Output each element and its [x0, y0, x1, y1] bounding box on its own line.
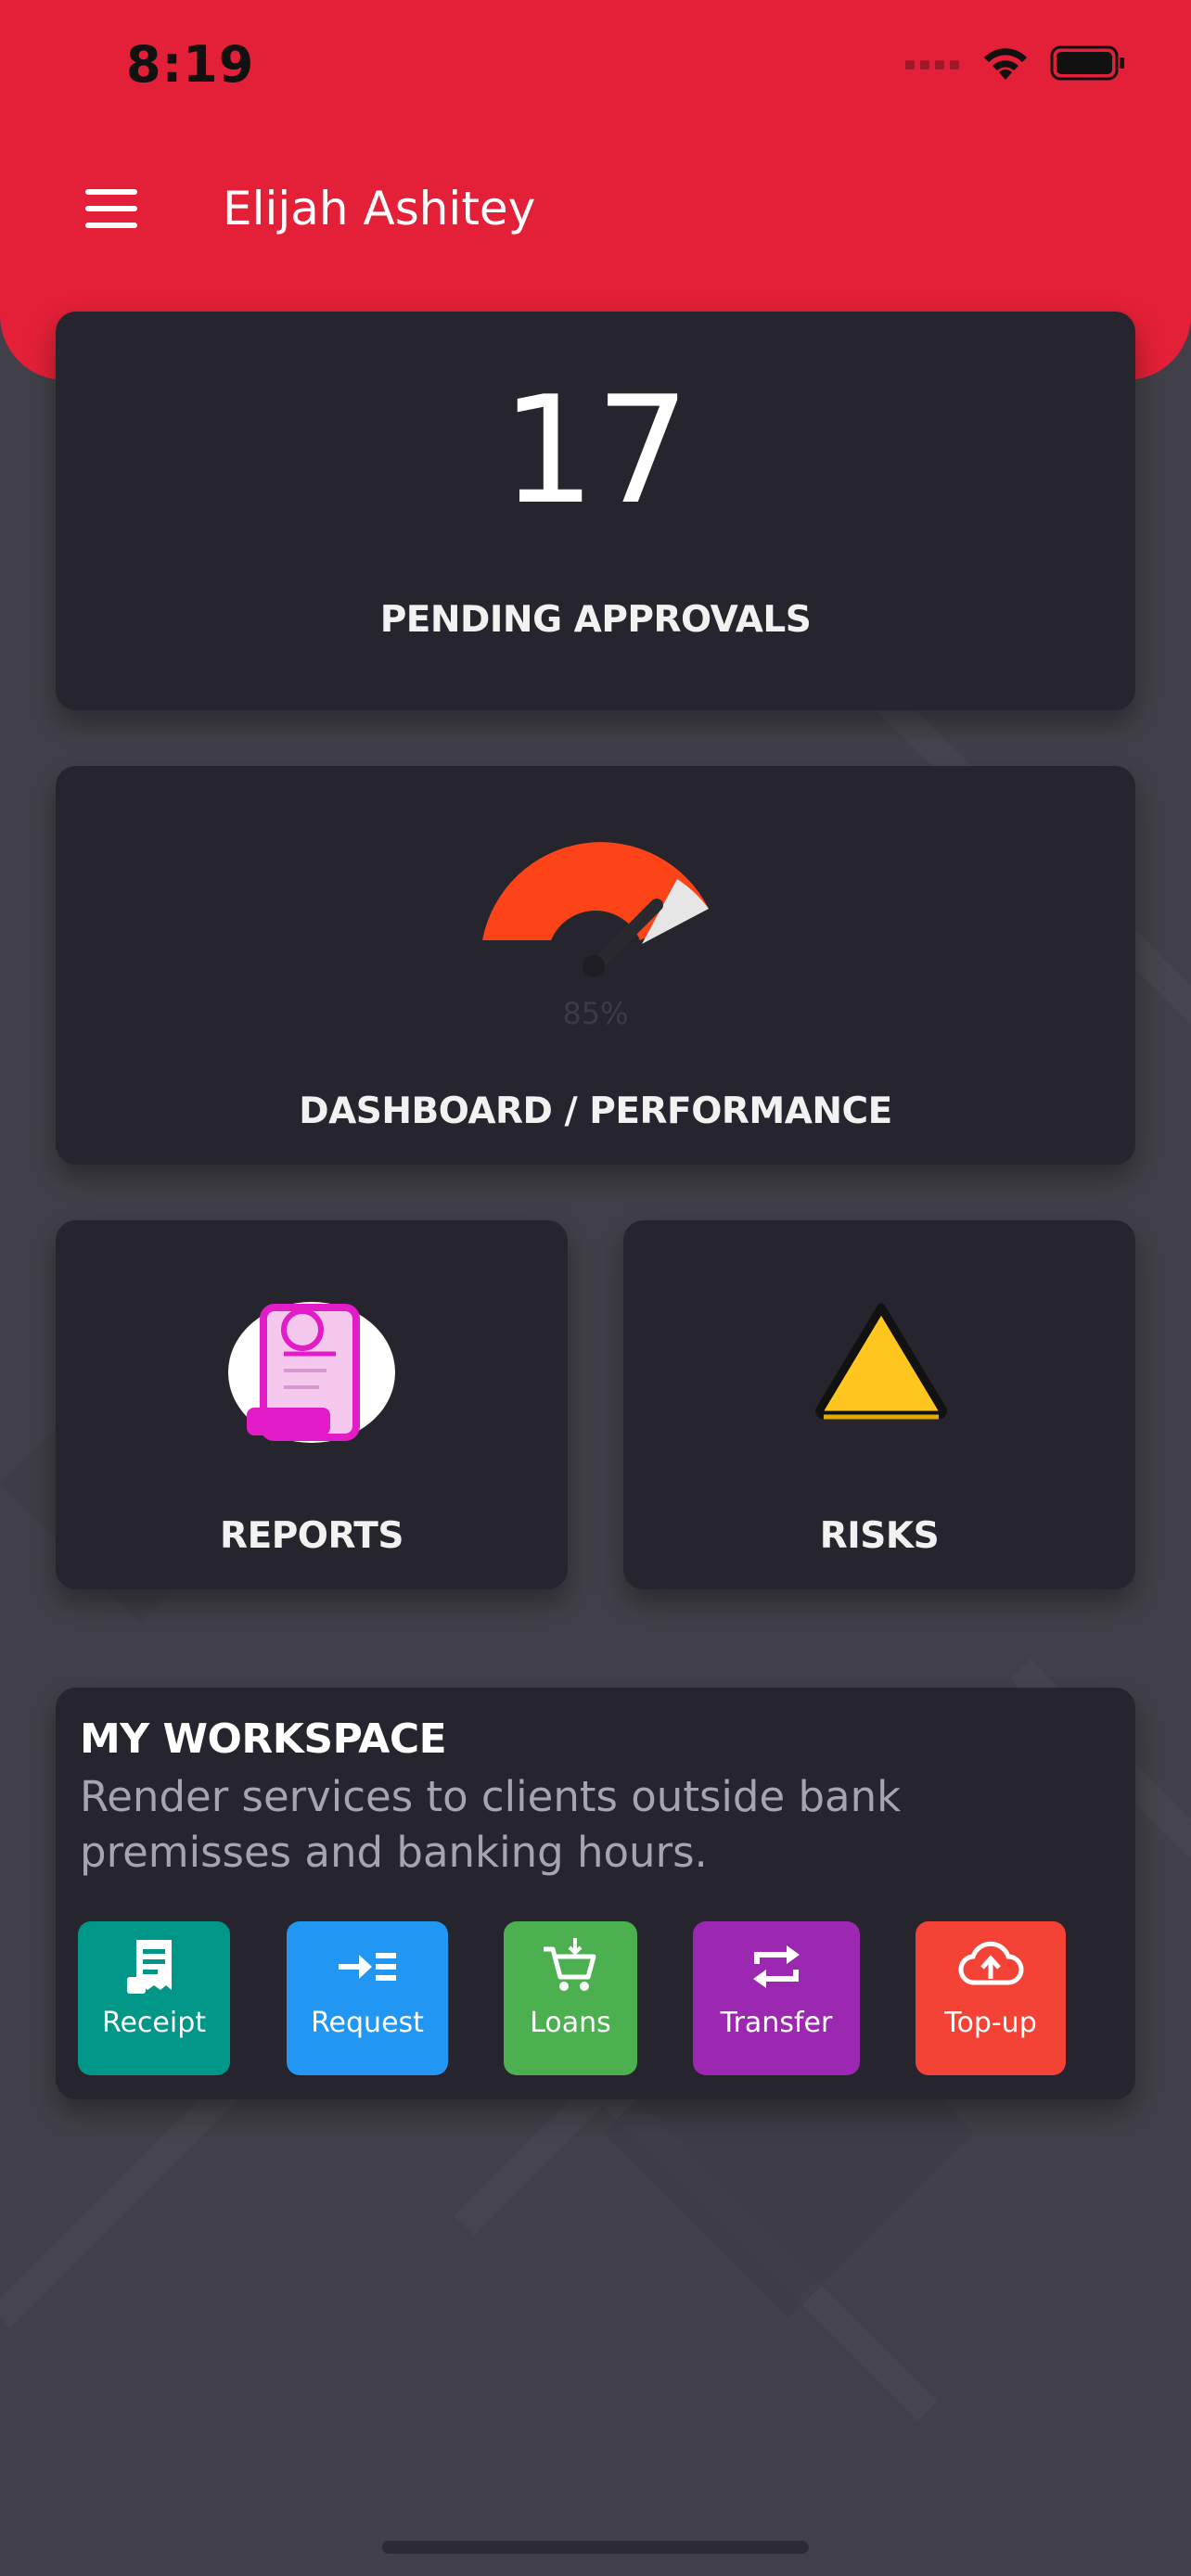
- transfer-button[interactable]: Transfer: [693, 1921, 860, 2075]
- gauge-icon: [482, 842, 709, 977]
- dashboard-performance-label: DASHBOARD / PERFORMANCE: [299, 1090, 892, 1132]
- risks-card[interactable]: RISKS: [623, 1220, 1135, 1589]
- signal-icon: [905, 60, 959, 70]
- cart-icon: [544, 1938, 596, 1991]
- page-title: Elijah Ashitey: [223, 182, 536, 236]
- reports-label: REPORTS: [220, 1515, 403, 1557]
- wifi-icon: [984, 48, 1027, 80]
- workspace-title: MY WORKSPACE: [80, 1715, 447, 1763]
- status-time: 8:19: [126, 35, 255, 94]
- my-workspace-card: MY WORKSPACE Render services to clients …: [56, 1688, 1135, 2099]
- reports-document-icon: [228, 1302, 395, 1443]
- request-icon: [339, 1953, 396, 1981]
- risks-label: RISKS: [819, 1515, 940, 1557]
- reports-card[interactable]: REPORTS: [56, 1220, 568, 1589]
- pending-count: 17: [501, 363, 690, 537]
- top-up-button[interactable]: Top-up: [916, 1921, 1066, 2075]
- status-icons: [905, 45, 1126, 82]
- loans-button[interactable]: Loans: [504, 1921, 637, 2075]
- transfer-icon: [753, 1945, 800, 1988]
- warning-triangle-icon: [815, 1303, 947, 1420]
- workspace-description: Render services to clients outside bank …: [80, 1772, 902, 1877]
- battery-icon: [1050, 45, 1124, 81]
- receipt-icon: [127, 1940, 172, 1994]
- transfer-label: Transfer: [720, 2007, 833, 2039]
- dashboard-performance-card[interactable]: 85% DASHBOARD / PERFORMANCE: [56, 766, 1135, 1165]
- receipt-button[interactable]: Receipt: [78, 1921, 230, 2075]
- hamburger-menu-icon[interactable]: [83, 185, 139, 232]
- gauge-percent: 85%: [562, 996, 629, 1031]
- pending-approvals-label: PENDING APPROVALS: [379, 599, 812, 641]
- home-indicator[interactable]: [382, 2541, 809, 2554]
- loans-label: Loans: [530, 2007, 611, 2039]
- pending-approvals-card[interactable]: 17 PENDING APPROVALS: [56, 312, 1135, 710]
- top-up-label: Top-up: [944, 2007, 1037, 2039]
- request-label: Request: [311, 2007, 424, 2039]
- cloud-upload-icon: [958, 1941, 1024, 1985]
- receipt-label: Receipt: [101, 2007, 207, 2039]
- request-button[interactable]: Request: [287, 1921, 448, 2075]
